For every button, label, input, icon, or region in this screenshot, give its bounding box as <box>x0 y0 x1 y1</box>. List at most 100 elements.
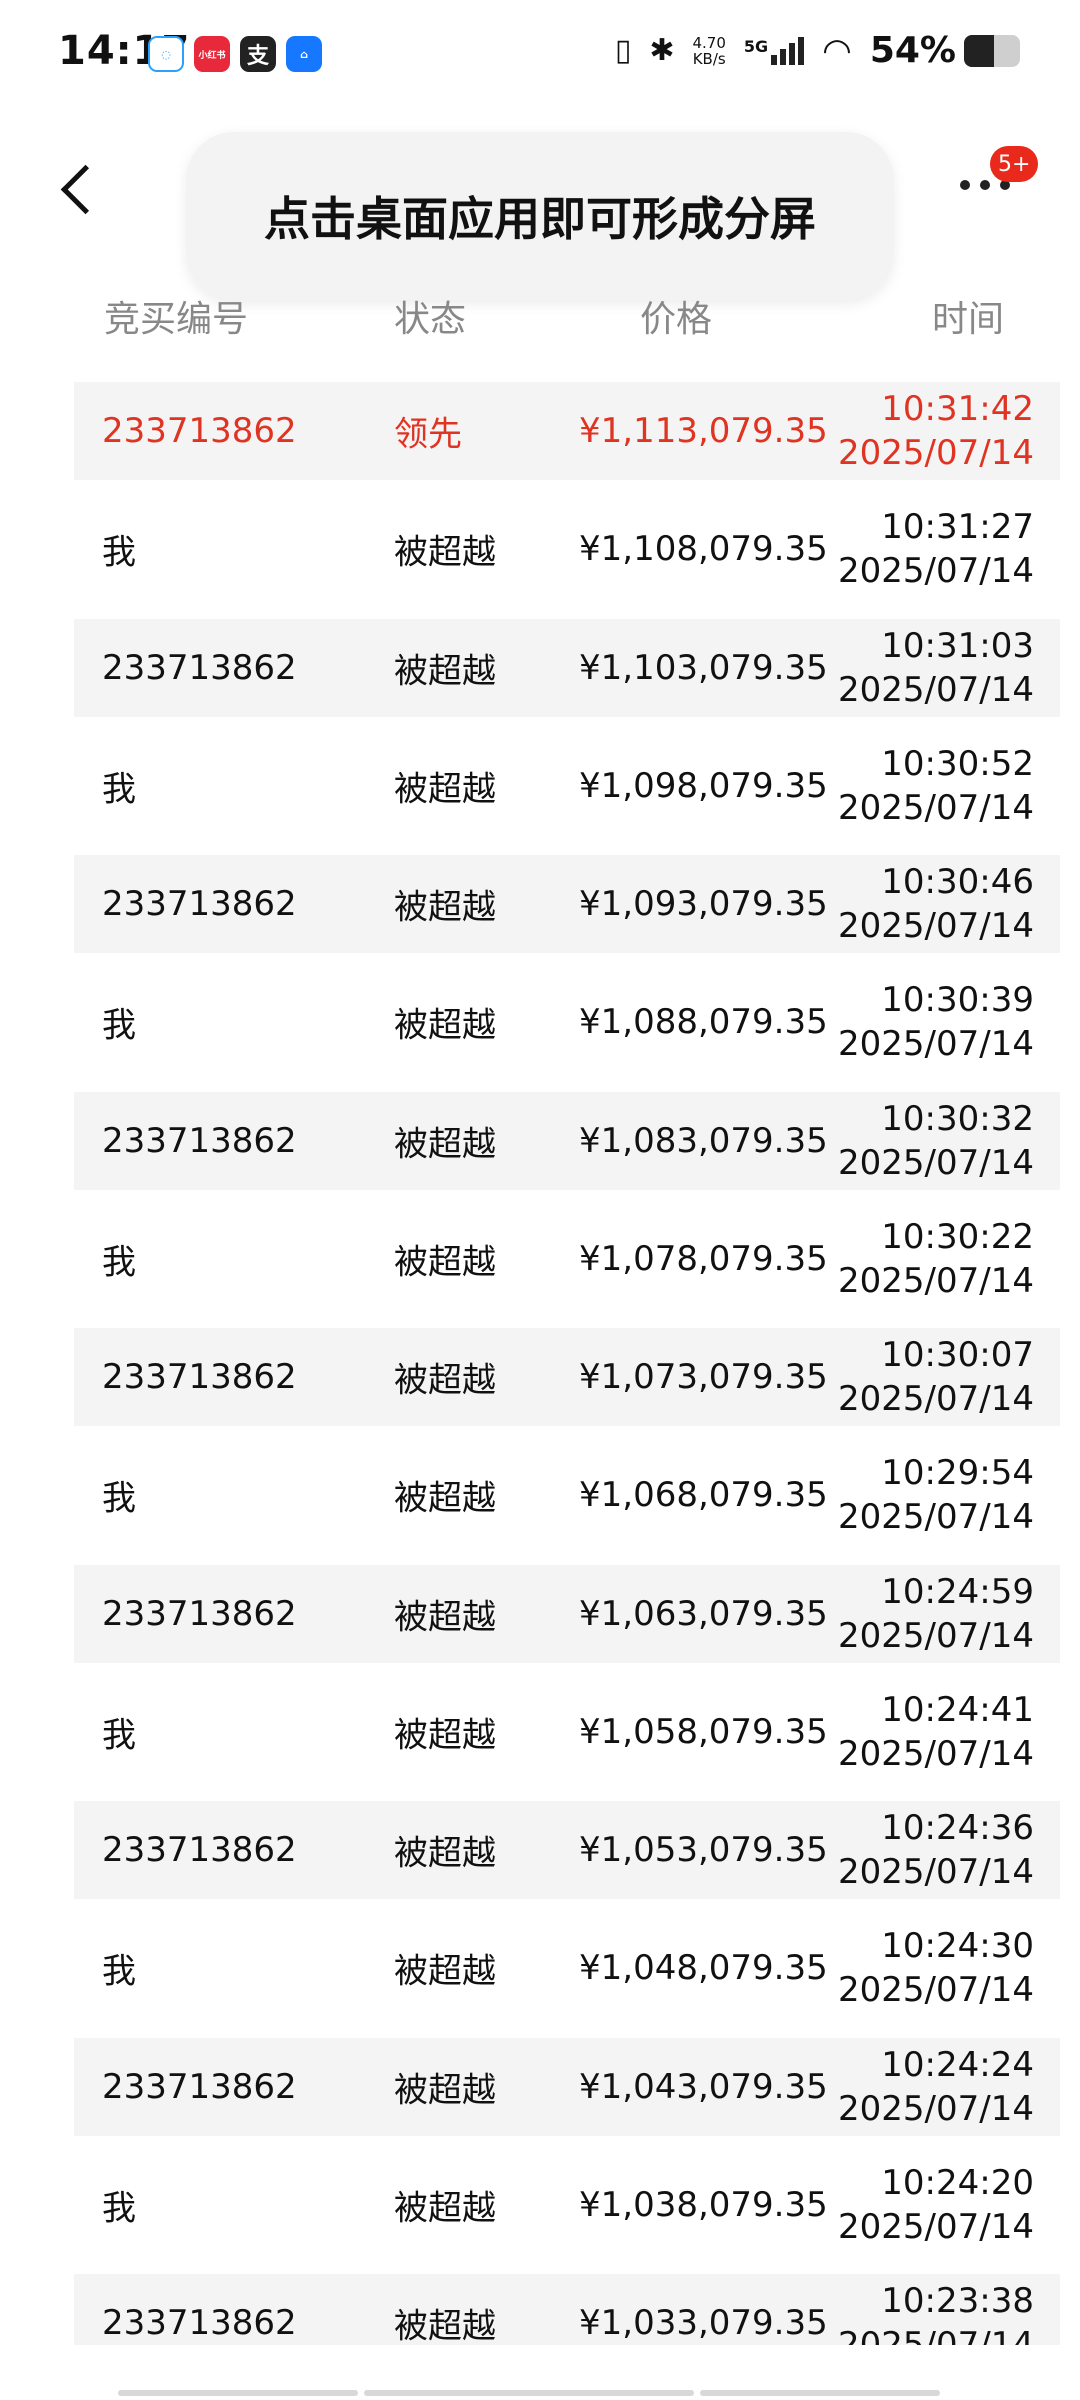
table-row[interactable]: 233713862 被超越 ¥1,033,079.35 10:23:38 2025/07… <box>74 2274 1060 2345</box>
cell-time: 10:24:59 2025/07/14 <box>838 1570 1034 1658</box>
split-screen-hint: 点击桌面应用即可形成分屏 <box>186 132 894 300</box>
table-row[interactable]: 我被超越 ¥1,088,079.35 10:30:39 2025/07/14 <box>74 963 1060 1082</box>
cell-bid-id: 我 <box>102 2188 136 2229</box>
chat-icon: ◌ <box>148 36 184 72</box>
notification-badge: 5+ <box>990 146 1039 182</box>
battery-icon <box>964 34 1020 67</box>
cell-time-date: 2025/07/14 <box>838 2325 1034 2345</box>
column-bid-id: 竞买编号 <box>104 299 249 340</box>
cell-price: ¥1,063,079.35 <box>579 1593 828 1634</box>
cell-time-clock: 10:30:22 <box>881 1216 1034 1257</box>
cell-status: 被超越 <box>394 1124 496 1164</box>
cell-time: 10:31:03 2025/07/14 <box>838 624 1034 712</box>
cell-status: 被超越 <box>394 769 496 810</box>
bid-list[interactable]: 233713862 领先 ¥1,113,079.35 10:31:42 2025/07/… <box>74 372 1060 2345</box>
table-row[interactable]: 233713862 被超越 ¥1,103,079.35 10:31:03 2025/07… <box>74 618 1060 717</box>
status-bar: 14:17 ◌ 小红书 支 ⌂ ▯ ✱ 4.70 KB/s 5G ◠ 54% <box>0 0 1080 110</box>
cell-status: 被超越 <box>394 1478 496 1519</box>
cell-status: 被超越 <box>394 1242 496 1283</box>
back-button[interactable] <box>58 160 98 220</box>
table-row[interactable]: 我被超越 ¥1,108,079.35 10:31:27 2025/07/14 <box>74 490 1060 609</box>
cell-time-date: 2025/07/14 <box>838 1260 1034 1301</box>
cell-price: ¥1,088,079.35 <box>579 1002 828 1043</box>
cell-bid-id: 233713862 <box>102 884 297 924</box>
vibrate-icon: ▯ <box>614 33 632 68</box>
cell-time-clock: 10:24:20 <box>881 2162 1034 2203</box>
bluetooth-icon: ✱ <box>649 33 675 68</box>
table-row[interactable]: 233713862 被超越 ¥1,093,079.35 10:30:46 2025/07… <box>74 855 1060 953</box>
cell-status: 被超越 <box>394 887 496 928</box>
cell-price: ¥1,058,079.35 <box>579 1711 828 1752</box>
cell-time-clock: 10:24:59 <box>881 1571 1034 1612</box>
cell-bid-id: 我 <box>102 532 136 573</box>
cell-time: 10:24:20 2025/07/14 <box>838 2161 1034 2249</box>
table-row[interactable]: 我被超越 ¥1,098,079.35 10:30:52 2025/07/14 <box>74 727 1060 846</box>
cell-time-date: 2025/07/14 <box>838 1970 1034 2011</box>
scroll-indicator <box>118 2390 358 2396</box>
cell-bid-id: 我 <box>102 1242 136 1283</box>
table-row[interactable]: 我被超越 ¥1,068,079.35 10:29:54 2025/07/14 <box>74 1436 1060 1555</box>
signal-indicator: 5G <box>744 36 805 65</box>
cell-price: ¥1,078,079.35 <box>579 1238 828 1279</box>
cell-time-date: 2025/07/14 <box>838 1615 1034 1656</box>
cell-time-date: 2025/07/14 <box>838 2206 1034 2247</box>
table-row[interactable]: 233713862 领先 ¥1,113,079.35 10:31:42 2025/07/… <box>74 382 1060 480</box>
cell-time: 10:24:41 2025/07/14 <box>838 1688 1034 1776</box>
battery: 54% <box>870 30 1020 71</box>
table-row[interactable]: 233713862 被超越 ¥1,073,079.35 10:30:07 2025/07… <box>74 1328 1060 1426</box>
more-button[interactable] <box>960 180 1020 200</box>
cell-time-date: 2025/07/14 <box>838 1024 1034 1065</box>
scroll-indicator <box>364 2390 694 2396</box>
column-time: 时间 <box>932 299 1005 340</box>
table-row[interactable]: 我 被超越 ¥1,078,079.35 10:30:22 2025/07/14 <box>74 1200 1060 1319</box>
cell-price: ¥1,108,079.35 <box>579 529 828 570</box>
cell-time-clock: 10:31:27 <box>881 507 1034 548</box>
table-row[interactable]: 我被超越 ¥1,038,079.35 10:24:20 2025/07/14 <box>74 2146 1060 2265</box>
scroll-indicator <box>700 2390 940 2396</box>
column-price: 价格 <box>640 299 713 340</box>
cell-bid-id: 我 <box>102 1478 136 1519</box>
ai-app-icon: ⌂ <box>286 36 322 72</box>
cell-time-date: 2025/07/14 <box>838 669 1034 710</box>
cell-time-date: 2025/07/14 <box>838 787 1034 828</box>
cell-status: 领先 <box>394 414 462 455</box>
table-row[interactable]: 我被超越 ¥1,048,079.35 10:24:30 2025/07/14 <box>74 1909 1060 2028</box>
cell-time: 10:23:38 2025/07/14 <box>838 2279 1034 2345</box>
cell-price: ¥1,068,079.35 <box>579 1475 828 1516</box>
table-row[interactable]: 233713862 被超越 ¥1,043,079.35 10:24:24 2025/07… <box>74 2037 1060 2136</box>
cell-status: 被超越 <box>394 1833 496 1874</box>
cell-price: ¥1,098,079.35 <box>579 765 828 806</box>
cell-time-clock: 10:30:39 <box>881 980 1034 1021</box>
cell-price: ¥1,043,079.35 <box>579 2066 828 2107</box>
table-header: 竞买编号 状态 价格 时间 <box>0 280 1080 350</box>
cell-time-clock: 10:24:24 <box>881 2044 1034 2085</box>
cell-time-date: 2025/07/14 <box>838 1852 1034 1892</box>
cell-price: ¥1,048,079.35 <box>579 1948 828 1989</box>
cell-time-date: 2025/07/14 <box>838 1142 1034 1183</box>
cell-time: 10:30:32 2025/07/14 <box>838 1097 1034 1185</box>
cell-time: 10:31:42 2025/07/14 <box>838 387 1034 475</box>
cell-time: 10:31:27 2025/07/14 <box>838 505 1034 593</box>
cell-time-clock: 10:30:32 <box>881 1098 1034 1139</box>
status-right: ▯ ✱ 4.70 KB/s 5G ◠ 54% <box>615 30 1020 71</box>
cell-bid-id: 233713862 <box>102 1120 297 1161</box>
cell-time: 10:30:39 2025/07/14 <box>838 978 1034 1066</box>
cell-status: 被超越 <box>394 2306 496 2346</box>
cell-bid-id: 233713862 <box>102 411 297 451</box>
table-row[interactable]: 233713862 被超越 ¥1,063,079.35 10:24:59 2025/07… <box>74 1564 1060 1663</box>
table-row[interactable]: 233713862 被超越 ¥1,083,079.35 10:30:32 2025/07… <box>74 1091 1060 1190</box>
cell-bid-id: 233713862 <box>102 2066 297 2107</box>
table-row[interactable]: 233713862 被超越 ¥1,053,079.35 10:24:36 2025/07… <box>74 1801 1060 1899</box>
column-status: 状态 <box>394 299 467 340</box>
cell-bid-id: 233713862 <box>102 2303 297 2343</box>
cell-time-clock: 10:31:03 <box>881 625 1034 666</box>
cell-time-clock: 10:24:36 <box>881 1808 1034 1848</box>
cell-time: 10:24:24 2025/07/14 <box>838 2043 1034 2131</box>
cell-price: ¥1,113,079.35 <box>579 411 828 451</box>
table-row[interactable]: 我被超越 ¥1,058,079.35 10:24:41 2025/07/14 <box>74 1673 1060 1792</box>
cell-price: ¥1,093,079.35 <box>579 884 828 924</box>
cell-time-clock: 10:23:38 <box>881 2281 1034 2321</box>
cell-status: 被超越 <box>394 1360 496 1401</box>
cell-time-date: 2025/07/14 <box>838 906 1034 946</box>
cell-price: ¥1,073,079.35 <box>579 1357 828 1397</box>
